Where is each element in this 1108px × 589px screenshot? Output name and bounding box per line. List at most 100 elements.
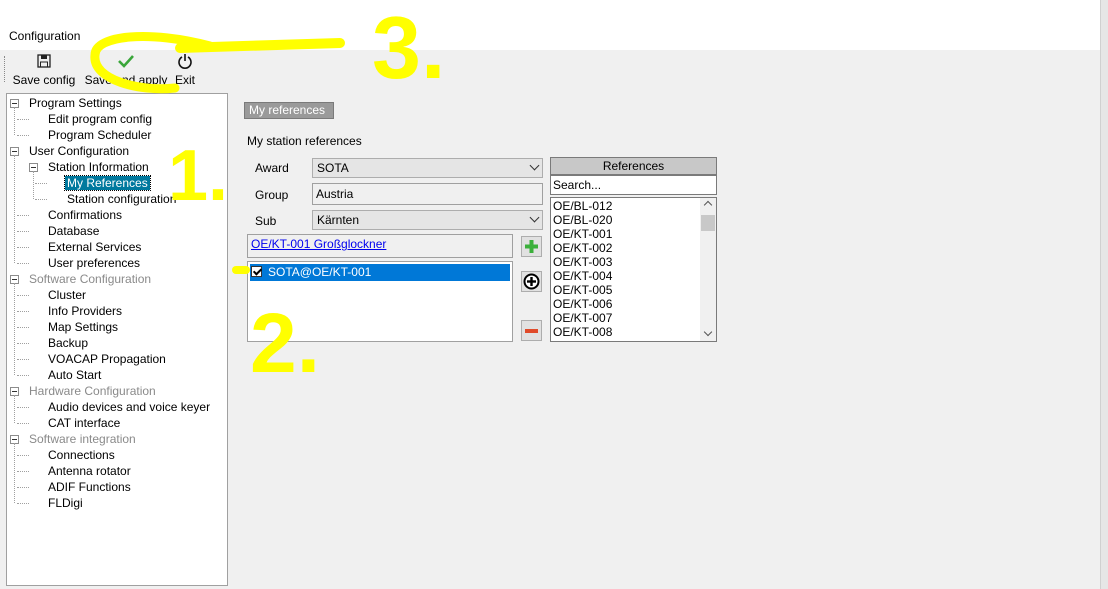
list-item[interactable]: OE/KT-003 (553, 255, 612, 269)
list-item[interactable]: SOTA@OE/KT-001 (250, 264, 510, 281)
tree-node[interactable]: Station configuration (65, 191, 178, 207)
tree-node[interactable]: Backup (46, 335, 90, 351)
add-circle-button[interactable] (521, 271, 542, 292)
scroll-down-icon[interactable] (703, 327, 713, 337)
tree-connector (14, 283, 15, 375)
tree-connector (14, 395, 15, 423)
tree-node-label: Database (48, 224, 100, 238)
tree-node-label: Program Scheduler (48, 128, 152, 142)
tree-connector (35, 183, 47, 184)
tree-node[interactable]: My References (64, 175, 151, 191)
save-and-apply-button[interactable]: Save and apply (84, 50, 168, 90)
tree-node[interactable]: Program Settings (27, 95, 124, 111)
toolbar-grip[interactable] (4, 56, 7, 82)
tree-node[interactable]: Database (46, 223, 101, 239)
references-search-input[interactable] (550, 175, 717, 195)
tree-node[interactable]: External Services (46, 239, 143, 255)
tree-node[interactable]: Info Providers (46, 303, 124, 319)
list-item[interactable]: OE/KT-008 (553, 325, 612, 339)
tree-node[interactable]: Edit program config (46, 111, 154, 127)
tree-node[interactable]: Software integration (27, 431, 138, 447)
tree-node[interactable]: Software Configuration (27, 271, 153, 287)
save-config-button[interactable]: Save config (12, 50, 76, 90)
references-scrollbar[interactable] (700, 198, 716, 341)
window-right-edge (1100, 0, 1108, 589)
tree-node[interactable]: Audio devices and voice keyer (46, 399, 212, 415)
list-item-label: SOTA@OE/KT-001 (268, 265, 372, 279)
tree-node[interactable]: Connections (46, 447, 117, 463)
tree-connector (17, 343, 29, 344)
plus-icon (525, 240, 538, 253)
add-reference-button[interactable] (521, 236, 542, 257)
section-header: My references (244, 102, 334, 119)
tree-node[interactable]: Antenna rotator (46, 463, 133, 479)
tree-node-label: Confirmations (48, 208, 123, 222)
tree-node[interactable]: Confirmations (46, 207, 124, 223)
list-item[interactable]: OE/KT-007 (553, 311, 612, 325)
scroll-thumb[interactable] (701, 215, 715, 231)
section-title: My station references (247, 134, 362, 148)
list-item[interactable]: OE/BL-012 (553, 199, 612, 213)
tree-connector (35, 199, 47, 200)
tree-node-label: CAT interface (48, 416, 121, 430)
remove-reference-button[interactable] (521, 320, 542, 341)
list-item[interactable]: OE/BL-020 (553, 213, 612, 227)
tree-node-label: Cluster (48, 288, 87, 302)
tree-node[interactable]: Cluster (46, 287, 88, 303)
save-and-apply-label: Save and apply (84, 73, 168, 87)
tree-connector (17, 359, 29, 360)
tree-node-label: ADIF Functions (48, 480, 131, 494)
award-value: SOTA (317, 161, 349, 175)
tree-connector (17, 375, 29, 376)
tree-connector (14, 443, 15, 503)
list-item[interactable]: OE/KT-006 (553, 297, 612, 311)
exit-label: Exit (174, 73, 195, 87)
chevron-down-icon (529, 160, 540, 171)
settings-tree[interactable]: Program Settings Edit program config Progr… (6, 93, 228, 586)
tree-node[interactable]: Hardware Configuration (27, 383, 158, 399)
list-item[interactable]: OE/KT-005 (553, 283, 612, 297)
tree-node-label: User preferences (48, 256, 141, 270)
tree-node-label: VOACAP Propagation (48, 352, 166, 366)
tree-node[interactable]: Program Scheduler (46, 127, 153, 143)
group-label: Group (255, 188, 289, 202)
tree-connector (17, 247, 29, 248)
tree-connector (14, 107, 15, 135)
tree-node-label: My References (64, 175, 151, 191)
tree-connector (17, 231, 29, 232)
power-icon (172, 53, 198, 71)
tree-node-label: User Configuration (29, 144, 130, 158)
list-item[interactable]: OE/KT-002 (553, 241, 612, 255)
tree-node[interactable]: VOACAP Propagation (46, 351, 168, 367)
toolbar: Save config Save and apply Exit (0, 50, 1100, 90)
group-field[interactable]: Austria (312, 183, 543, 205)
tree-node[interactable]: CAT interface (46, 415, 122, 431)
selected-reference-link[interactable]: OE/KT-001 Großglockner (251, 237, 386, 251)
tree-node-label: FLDigi (48, 496, 83, 510)
tree-node[interactable]: Map Settings (46, 319, 120, 335)
tree-node-label: Software integration (29, 432, 136, 446)
references-list[interactable]: OE/KT-008 OE/KT-007 OE/KT-006 OE/KT-005 OE/K… (550, 197, 717, 342)
tree-node[interactable]: ADIF Functions (46, 479, 133, 495)
plus-circle-icon (523, 273, 540, 290)
reference-checkbox[interactable] (251, 266, 262, 277)
sub-select[interactable]: Kärnten (312, 210, 543, 230)
tree-connector (17, 407, 29, 408)
tree-node[interactable]: Station Information (46, 159, 151, 175)
sub-label: Sub (255, 214, 277, 228)
award-select[interactable]: SOTA (312, 158, 543, 178)
save-config-label: Save config (12, 73, 76, 87)
my-references-list[interactable]: SOTA@OE/KT-001 (247, 261, 513, 342)
scroll-up-icon[interactable] (703, 200, 713, 210)
tree-node[interactable]: FLDigi (46, 495, 85, 511)
tree-node[interactable]: User preferences (46, 255, 142, 271)
tree-node[interactable]: User Configuration (27, 143, 131, 159)
window-title: Configuration (9, 29, 81, 43)
tree-node[interactable]: Auto Start (46, 367, 103, 383)
tree-connector (17, 423, 29, 424)
list-item[interactable]: OE/KT-004 (553, 269, 612, 283)
tree-node-label: Backup (48, 336, 89, 350)
list-item[interactable]: OE/KT-001 (553, 227, 612, 241)
tree-connector (17, 295, 29, 296)
exit-button[interactable]: Exit (172, 50, 198, 90)
